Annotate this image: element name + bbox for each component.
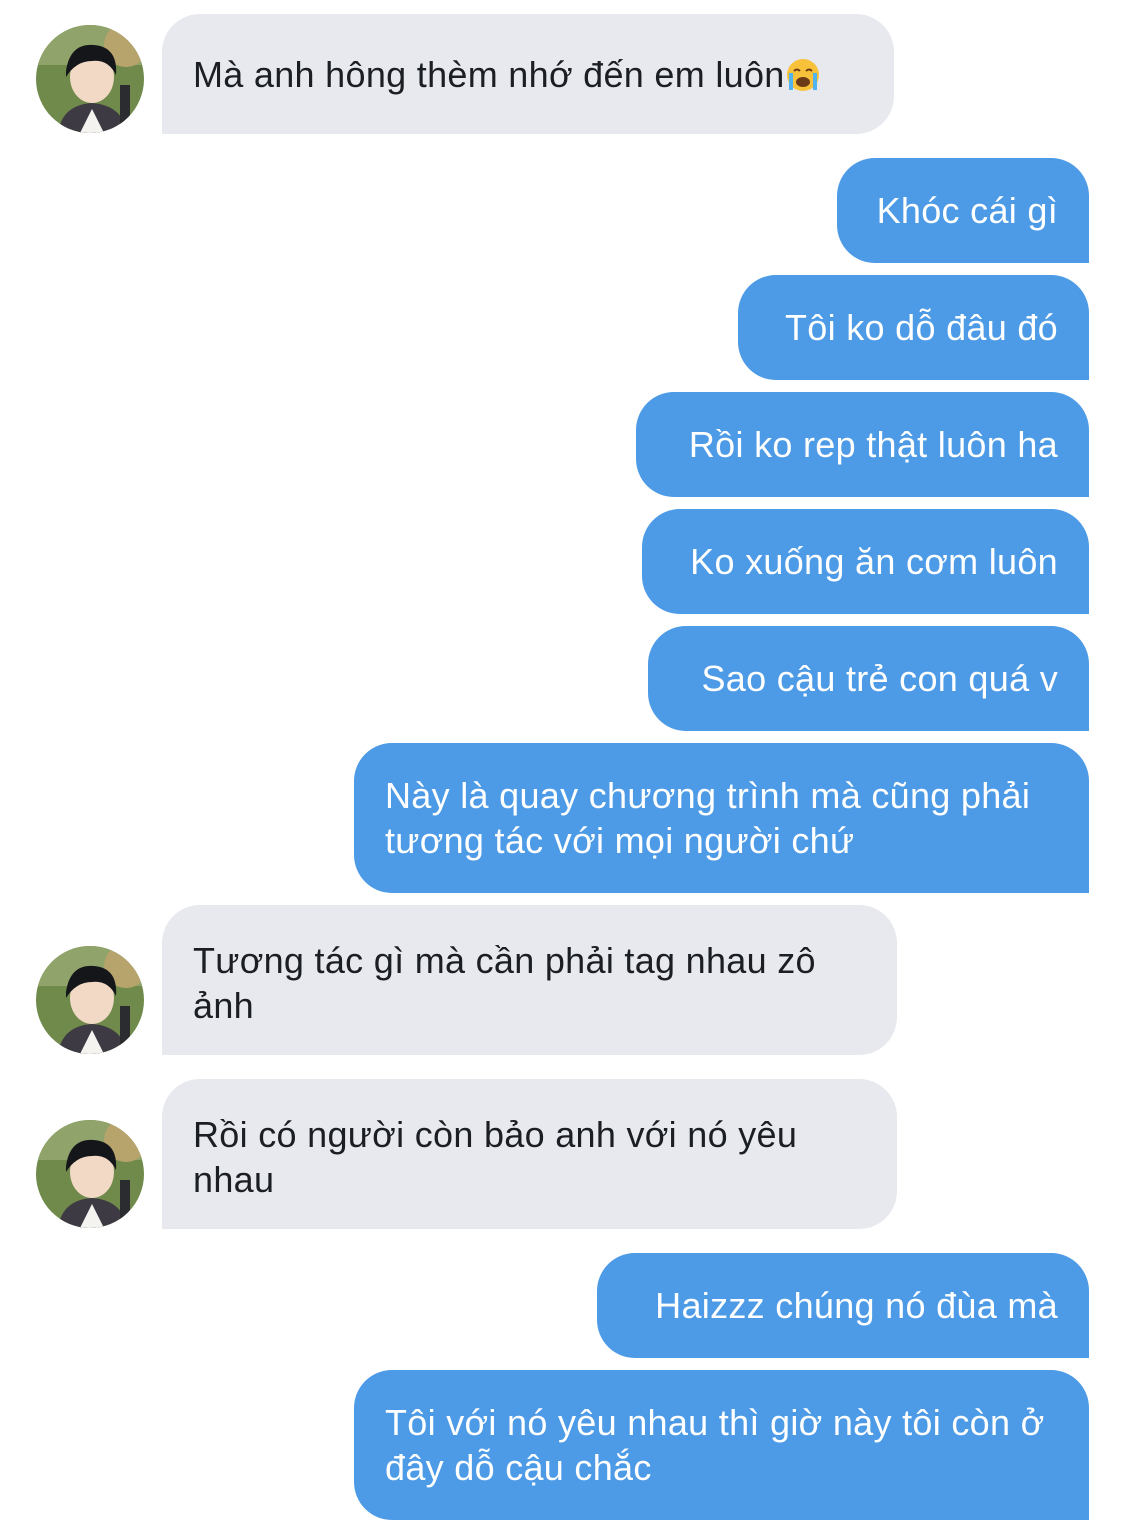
message-bubble-outgoing[interactable]: Haizzz chúng nó đùa mà <box>597 1253 1089 1358</box>
loudly-crying-face-emoji-icon <box>786 57 820 91</box>
message-bubble-incoming[interactable]: Mà anh hông thèm nhớ đến em luôn <box>162 14 894 134</box>
message-text: Tương tác gì mà cần phải tag nhau zô ảnh <box>193 940 816 1026</box>
message-bubble-outgoing[interactable]: Sao cậu trẻ con quá v <box>648 626 1089 731</box>
message-text: Ko xuống ăn cơm luôn <box>690 541 1058 582</box>
message-text: Tôi ko dỗ đâu đó <box>785 307 1058 348</box>
message-text: Rồi ko rep thật luôn ha <box>688 424 1058 465</box>
contact-avatar[interactable] <box>36 25 144 133</box>
message-bubble-outgoing[interactable]: Ko xuống ăn cơm luôn <box>642 509 1089 614</box>
contact-avatar[interactable] <box>36 1120 144 1228</box>
contact-avatar[interactable] <box>36 946 144 1054</box>
message-bubble-outgoing[interactable]: Khóc cái gì <box>837 158 1089 263</box>
message-bubble-incoming[interactable]: Tương tác gì mà cần phải tag nhau zô ảnh <box>162 905 897 1055</box>
chat-thread: Mà anh hông thèm nhớ đến em luôn Khóc cá… <box>0 0 1125 1536</box>
message-bubble-outgoing[interactable]: Tôi ko dỗ đâu đó <box>738 275 1089 380</box>
message-text: Sao cậu trẻ con quá v <box>701 658 1058 699</box>
message-bubble-outgoing[interactable]: Này là quay chương trình mà cũng phải tư… <box>354 743 1089 893</box>
message-bubble-outgoing[interactable]: Rồi ko rep thật luôn ha <box>636 392 1089 497</box>
message-bubble-outgoing[interactable]: Tôi với nó yêu nhau thì giờ này tôi còn … <box>354 1370 1089 1520</box>
message-text: Haizzz chúng nó đùa mà <box>655 1285 1058 1326</box>
message-text: Rồi có người còn bảo anh với nó yêu nhau <box>193 1114 798 1200</box>
message-text: Mà anh hông thèm nhớ đến em luôn <box>193 53 785 95</box>
message-text: Tôi với nó yêu nhau thì giờ này tôi còn … <box>385 1402 1045 1488</box>
message-bubble-incoming[interactable]: Rồi có người còn bảo anh với nó yêu nhau <box>162 1079 897 1229</box>
message-text: Khóc cái gì <box>876 190 1058 231</box>
message-text: Này là quay chương trình mà cũng phải tư… <box>385 775 1031 861</box>
